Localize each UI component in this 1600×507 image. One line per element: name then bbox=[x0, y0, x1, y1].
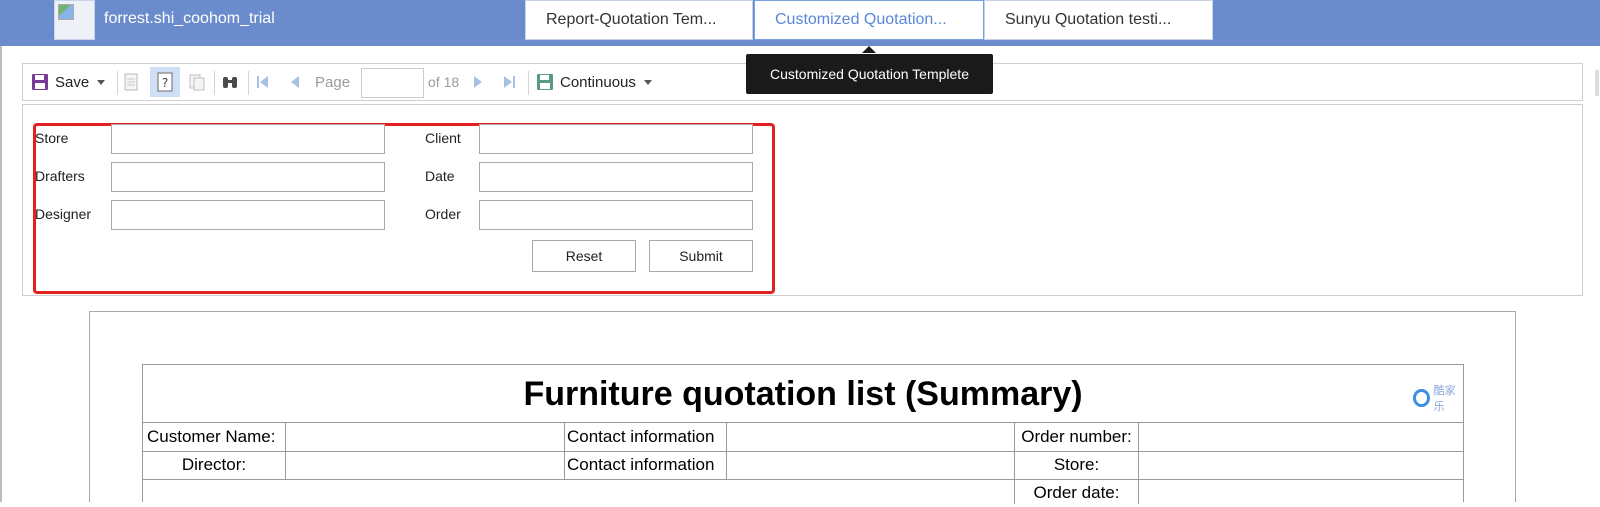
tab-sunyu-quotation[interactable]: Sunyu Quotation testi... bbox=[984, 0, 1213, 40]
tab-tooltip: Customized Quotation Templete bbox=[746, 54, 993, 94]
order-input[interactable] bbox=[479, 200, 753, 230]
parameter-panel-toggle[interactable]: ? bbox=[150, 67, 180, 97]
client-label: Client bbox=[425, 130, 461, 146]
customer-name-label: Customer Name: bbox=[147, 427, 276, 446]
designer-input[interactable] bbox=[111, 200, 385, 230]
store-value bbox=[1141, 451, 1461, 479]
client-input[interactable] bbox=[479, 124, 753, 154]
copy-icon bbox=[189, 74, 205, 91]
copy-page-button[interactable] bbox=[187, 64, 207, 100]
drafters-input[interactable] bbox=[111, 162, 385, 192]
toolbar-divider bbox=[528, 71, 529, 95]
username-label: forrest.shi_coohom_trial bbox=[104, 10, 275, 27]
chevron-right-icon bbox=[474, 76, 482, 88]
chevron-down-icon bbox=[97, 79, 106, 85]
director-label: Director: bbox=[181, 455, 247, 474]
logo-mark-icon bbox=[1413, 389, 1430, 407]
table-divider bbox=[1138, 422, 1139, 504]
view-mode-dropdown[interactable]: Continuous bbox=[536, 64, 652, 100]
tab-label: Report-Quotation Tem... bbox=[546, 11, 717, 28]
table-divider bbox=[285, 422, 286, 479]
chevron-down-icon bbox=[643, 79, 652, 85]
view-mode-label: Continuous bbox=[560, 73, 636, 91]
order-number-label: Order number: bbox=[1021, 427, 1132, 446]
store-label: Store bbox=[35, 130, 69, 146]
broken-image-icon bbox=[58, 4, 74, 20]
report-title: Furniture quotation list (Summary) bbox=[523, 375, 1083, 413]
avatar[interactable] bbox=[54, 0, 95, 40]
tab-label: Sunyu Quotation testi... bbox=[1005, 11, 1172, 28]
date-label: Date bbox=[425, 168, 455, 184]
next-page-button[interactable] bbox=[471, 64, 485, 100]
contact-info-label: Contact information bbox=[567, 455, 715, 474]
contact-info-label: Contact information bbox=[567, 427, 715, 446]
table-divider bbox=[564, 422, 565, 479]
order-number-value bbox=[1141, 423, 1461, 451]
save-button[interactable]: Save bbox=[31, 64, 106, 100]
svg-text:?: ? bbox=[162, 76, 168, 90]
store-input[interactable] bbox=[111, 124, 385, 154]
table-divider bbox=[726, 422, 727, 479]
last-page-icon bbox=[504, 76, 515, 88]
page-label: Page bbox=[315, 73, 351, 91]
question-page-icon: ? bbox=[157, 72, 173, 92]
order-label: Order bbox=[425, 206, 461, 222]
page-total-label: of 18 bbox=[428, 74, 460, 90]
designer-label: Designer bbox=[35, 206, 92, 222]
previous-page-button[interactable] bbox=[288, 64, 302, 100]
find-button[interactable] bbox=[221, 64, 239, 100]
tab-report-quotation[interactable]: Report-Quotation Tem... bbox=[525, 0, 753, 40]
tooltip-caret bbox=[862, 46, 876, 53]
chevron-left-icon bbox=[291, 76, 299, 88]
toolbar-divider bbox=[117, 71, 118, 95]
floppy-disk-icon bbox=[32, 74, 48, 90]
date-input[interactable] bbox=[479, 162, 753, 192]
tab-customized-quotation[interactable]: Customized Quotation... bbox=[754, 0, 984, 40]
brand-logo: 酷家乐 bbox=[1413, 382, 1463, 414]
tab-label: Customized Quotation... bbox=[775, 11, 947, 28]
drafters-label: Drafters bbox=[35, 168, 85, 184]
reset-button[interactable]: Reset bbox=[532, 240, 636, 272]
left-border bbox=[0, 46, 2, 502]
toolbar-divider bbox=[214, 71, 215, 95]
first-page-icon bbox=[257, 76, 268, 88]
page-icon bbox=[124, 73, 138, 91]
vertical-scrollbar[interactable] bbox=[1595, 70, 1599, 96]
top-header-bar: forrest.shi_coohom_trial Report-Quotatio… bbox=[0, 0, 1600, 46]
table-divider bbox=[1014, 422, 1015, 504]
store-label-cell: Store: bbox=[1053, 455, 1100, 474]
logo-text: 酷家乐 bbox=[1433, 385, 1456, 413]
director-value bbox=[288, 451, 562, 479]
save-label: Save bbox=[55, 73, 90, 91]
page-number-input[interactable] bbox=[361, 68, 424, 98]
submit-button[interactable]: Submit bbox=[649, 240, 753, 272]
quotation-table: Furniture quotation list (Summary) 酷家乐 C… bbox=[142, 364, 1464, 504]
binoculars-icon bbox=[223, 77, 237, 88]
first-page-button[interactable] bbox=[255, 64, 271, 100]
contact-info-value bbox=[729, 423, 1012, 451]
last-page-button[interactable] bbox=[501, 64, 517, 100]
customer-name-value bbox=[288, 423, 562, 451]
single-page-button[interactable] bbox=[121, 64, 141, 100]
order-date-label: Order date: bbox=[1033, 483, 1120, 502]
continuous-view-icon bbox=[537, 74, 553, 90]
blank-cell bbox=[147, 479, 283, 507]
order-date-value bbox=[1141, 479, 1461, 507]
toolbar-divider bbox=[248, 71, 249, 95]
contact-info-value bbox=[729, 451, 1012, 479]
